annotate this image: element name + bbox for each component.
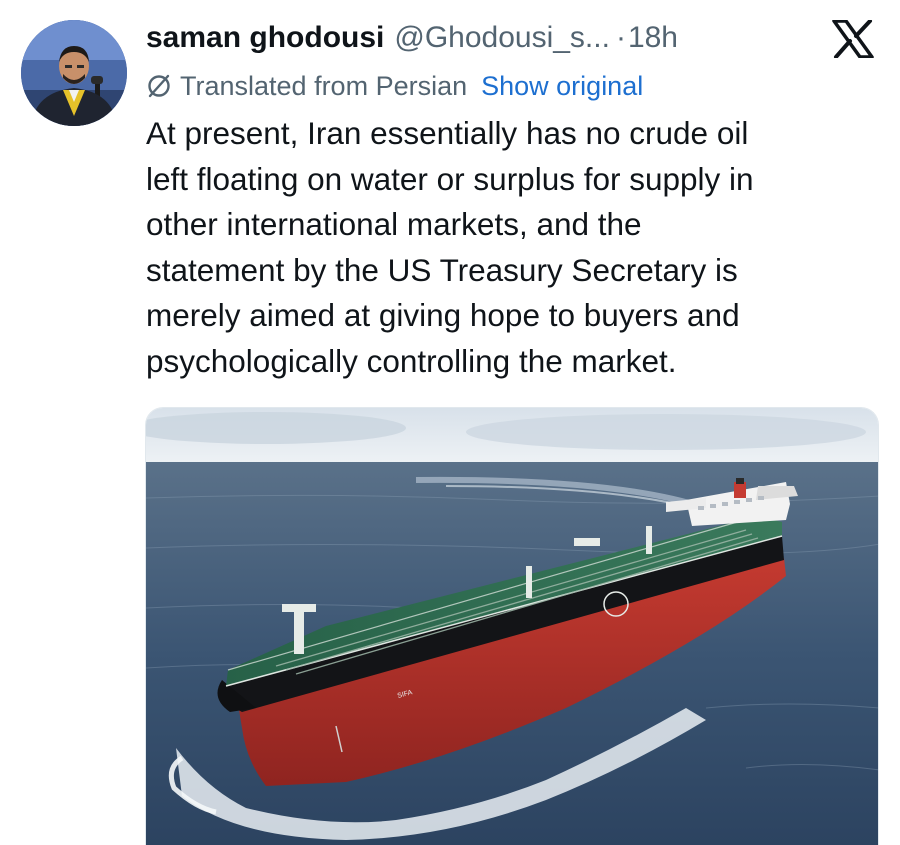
x-logo-icon[interactable]: [832, 19, 874, 59]
tweet-text-line: merely aimed at giving hope to buyers an…: [146, 297, 740, 334]
translation-row: Translated from Persian Show original: [146, 68, 643, 104]
show-original-link[interactable]: Show original: [481, 71, 643, 102]
author-display-name[interactable]: saman ghodousi: [146, 21, 384, 55]
translate-slash-icon: [146, 73, 172, 99]
tweet-header: saman ghodousi @Ghodousi_s... · 18h: [146, 18, 678, 58]
tweet-text-line: other international markets, and the: [146, 206, 642, 243]
tweet-text-line: At present, Iran essentially has no crud…: [146, 115, 749, 151]
tweet-media-photo[interactable]: SIFA: [145, 407, 879, 845]
profile-photo: [21, 20, 127, 126]
tweet-text-line: statement by the US Treasury Secretary i…: [146, 251, 738, 288]
tweet-text-line: left floating on water or surplus for su…: [146, 160, 754, 197]
tweet-text: At present, Iran essentially has no crud…: [146, 111, 876, 385]
tweet-text-line: psychologically controlling the market.: [146, 342, 677, 379]
translation-label: Translated from Persian: [180, 70, 468, 101]
avatar[interactable]: [21, 20, 127, 126]
oil-tanker-photo: SIFA: [146, 408, 878, 845]
author-handle[interactable]: @Ghodousi_s...: [394, 21, 610, 55]
header-separator: ·: [615, 21, 626, 54]
tweet-card: saman ghodousi @Ghodousi_s... · 18h Tran…: [0, 0, 900, 845]
tweet-timestamp[interactable]: 18h: [628, 21, 678, 55]
